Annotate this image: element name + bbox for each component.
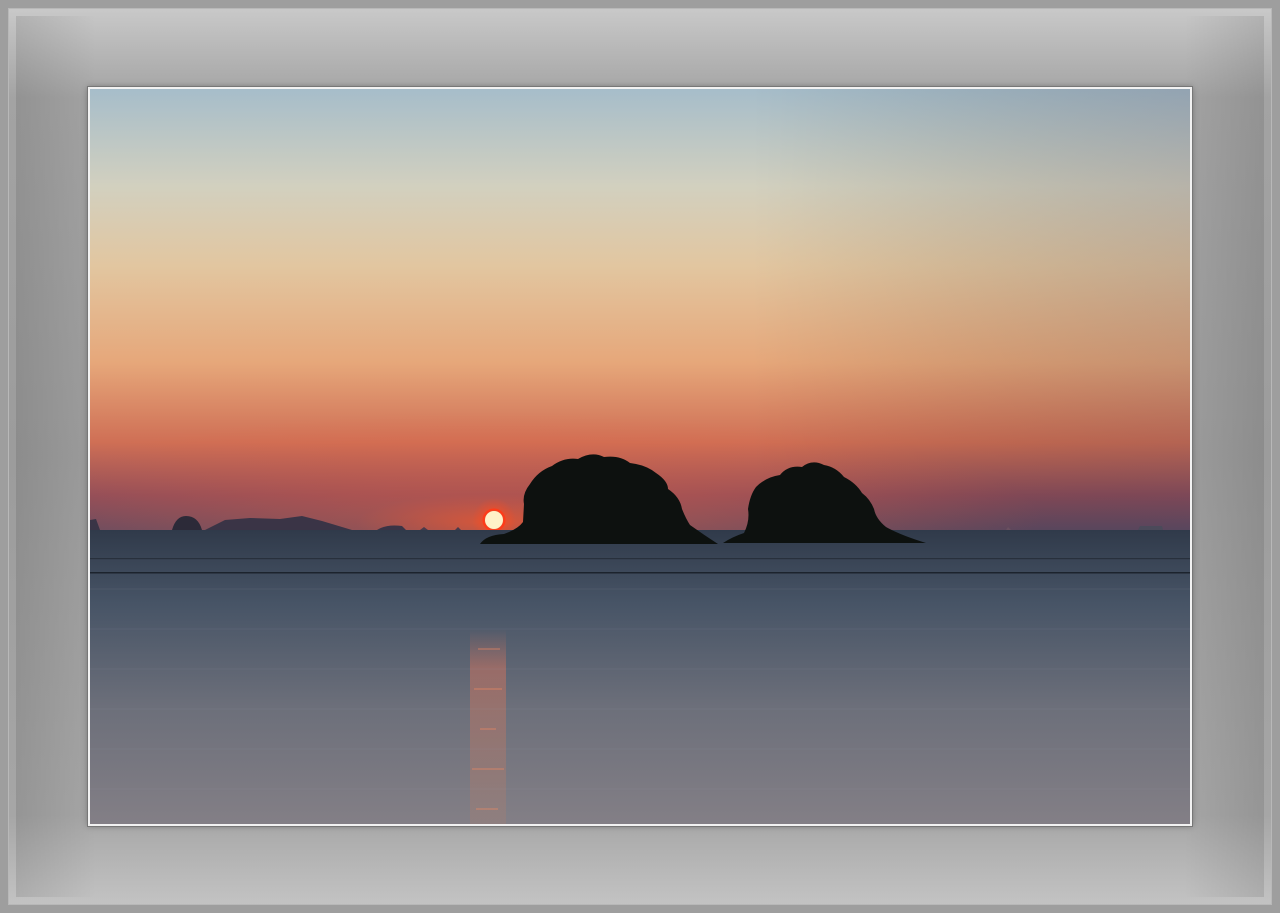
frame-shade-left [16, 16, 96, 897]
sunset-photo [90, 89, 1190, 824]
sea [90, 530, 1190, 824]
sun-reflection [470, 629, 506, 824]
sun [485, 511, 503, 529]
frame-shade-right [1184, 16, 1264, 897]
photo-mat [88, 87, 1192, 826]
